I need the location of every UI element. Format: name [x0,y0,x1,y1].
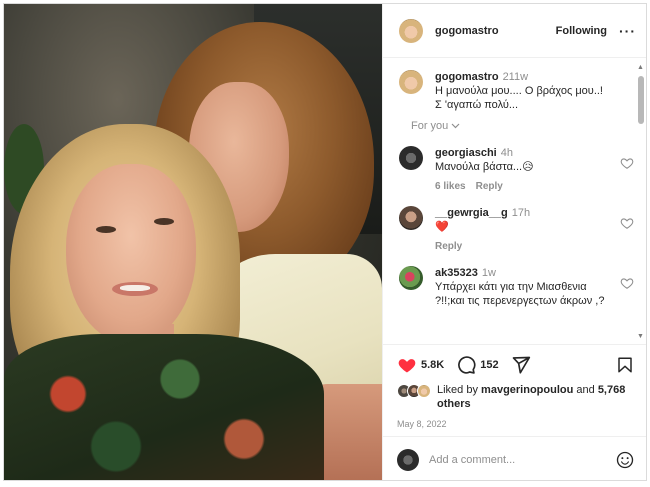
post-actions: 5.8K 152 Liked by mavgerinopoulou and 5,… [383,344,646,429]
comment-row: __gewrgia__g 17h ❤️ Reply [399,206,634,254]
scroll-down-arrow-icon[interactable]: ▼ [637,333,644,340]
comment-age: 4h [500,147,513,159]
photo-subject-eye [96,226,116,233]
caption: gogomastro 211w Η μανούλα μου.... Ο βράχο… [399,70,634,112]
liked-by-user[interactable]: mavgerinopoulou [481,384,573,396]
comment-meta: 6 likes Reply [435,180,608,194]
author-username[interactable]: gogomastro [435,25,556,37]
liked-by-prefix: Liked by [437,384,478,396]
comments-list[interactable]: gogomastro 211w Η μανούλα μου.... Ο βράχο… [383,58,646,342]
post-side-panel: gogomastro Following ··· gogomastro 211w … [382,4,646,480]
comment-row: ak35323 1w Υπάρχει κάτι για την Μιασθενια… [399,266,634,308]
photo-subject-teeth [120,285,150,291]
comment-likes[interactable]: 6 likes [435,181,466,192]
liked-by: Liked by mavgerinopoulou and 5,768 other… [397,383,634,411]
comment-meta: Reply [435,240,608,254]
caption-age: 211w [502,71,529,83]
for-you-filter[interactable]: For you [411,120,634,132]
comment-like-heart-icon[interactable] [620,276,634,290]
for-you-label: For you [411,120,449,132]
comment-body: __gewrgia__g 17h ❤️ Reply [435,206,634,254]
liked-by-and: and [576,384,595,396]
post-date[interactable]: May 8, 2022 [397,419,634,429]
comment-username[interactable]: __gewrgia__g [435,207,508,219]
comment-age: 1w [481,267,496,279]
comment-composer: Add a comment... [383,436,646,480]
comment-body: georgiaschi 4h Μανούλα βάστα...😥 6 likes R… [435,146,634,194]
comment-reply[interactable]: Reply [476,181,503,192]
comment-avatar[interactable] [399,146,423,170]
photo-subject-eye [154,218,174,225]
like-heart-icon[interactable] [397,355,417,375]
action-bar: 5.8K 152 [397,353,634,377]
chevron-down-icon [451,123,460,129]
post-modal: gogomastro Following ··· gogomastro 211w … [3,3,647,481]
following-button[interactable]: Following [556,25,607,37]
comments-scrollbar[interactable]: ▲ ▼ [637,64,644,340]
caption-avatar[interactable] [399,70,423,94]
scroll-up-arrow-icon[interactable]: ▲ [637,64,644,71]
emoji-icon[interactable] [616,451,634,469]
liked-by-avatars [397,384,431,398]
photo-subject-dress [4,334,324,480]
caption-body: gogomastro 211w Η μανούλα μου.... Ο βράχο… [435,70,634,112]
comment-body: ak35323 1w Υπάρχει κάτι για την Μιασθενια… [435,266,634,308]
comment-text: ❤️ [435,221,449,233]
comment-row: georgiaschi 4h Μανούλα βάστα...😥 6 likes R… [399,146,634,194]
comments-count[interactable]: 152 [480,359,498,371]
liked-by-text: Liked by mavgerinopoulou and 5,768 other… [437,383,634,411]
share-icon[interactable] [511,355,531,375]
comment-text: Μανούλα βάστα...😥 [435,161,534,173]
comment-avatar[interactable] [399,206,423,230]
comment-icon[interactable] [456,355,476,375]
caption-username[interactable]: gogomastro [435,71,499,83]
viewer-avatar [397,448,419,471]
post-photo[interactable] [4,4,382,480]
comment-like-heart-icon[interactable] [620,156,634,170]
add-comment-input[interactable]: Add a comment... [429,454,616,466]
author-avatar[interactable] [399,18,423,43]
comment-reply[interactable]: Reply [435,241,462,252]
save-bookmark-icon[interactable] [616,355,634,375]
more-options-icon[interactable]: ··· [619,23,636,39]
comment-age: 17h [511,207,531,219]
liked-by-avatar [417,384,431,398]
comment-username[interactable]: ak35323 [435,267,478,279]
comment-like-heart-icon[interactable] [620,216,634,230]
comment-username[interactable]: georgiaschi [435,147,497,159]
post-header: gogomastro Following ··· [383,4,646,58]
likes-count[interactable]: 5.8K [421,359,444,371]
photo-subject-face [66,164,196,344]
comment-text: Υπάρχει κάτι για την Μιασθενια ?!!;και τ… [435,281,605,307]
scrollbar-thumb[interactable] [638,76,644,124]
caption-text: Η μανούλα μου.... Ο βράχος μου..! Σ 'αγα… [435,85,603,111]
comment-avatar[interactable] [399,266,423,290]
